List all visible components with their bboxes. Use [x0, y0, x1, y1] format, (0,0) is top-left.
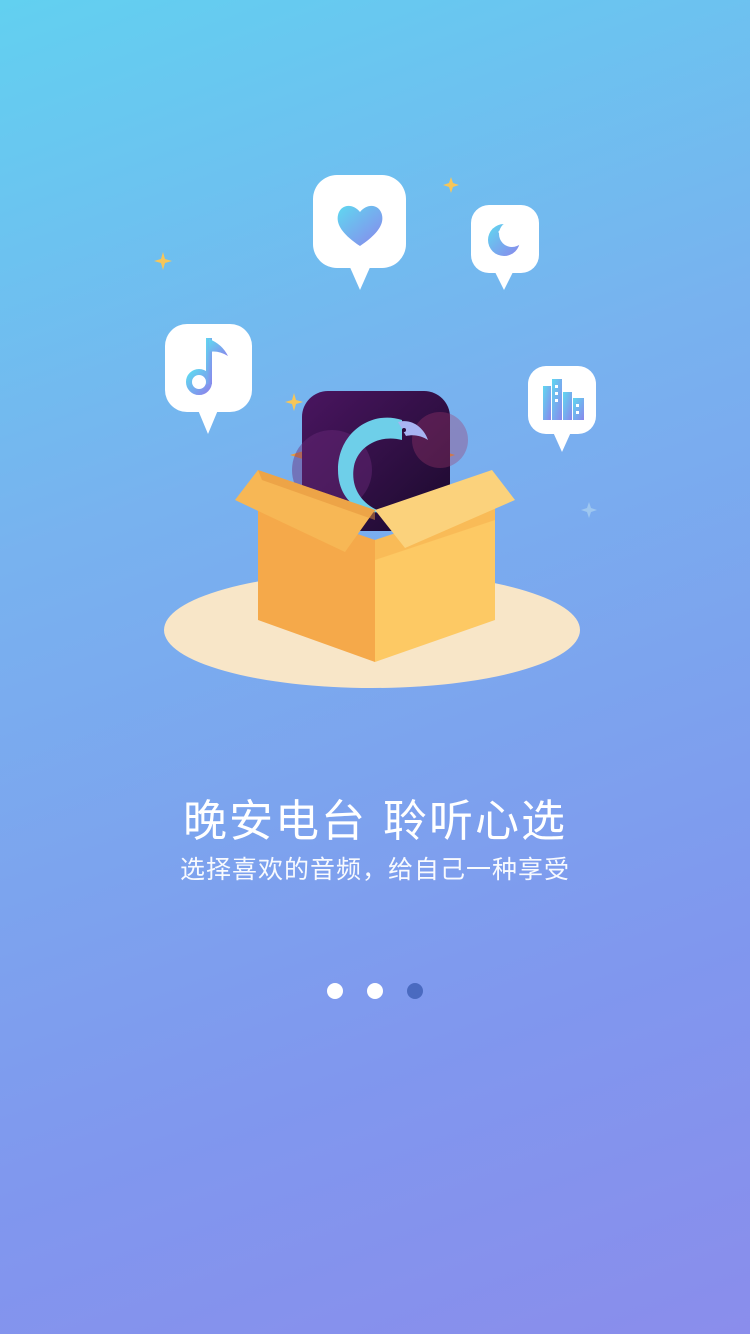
sparkle-icon: [154, 252, 172, 270]
onboarding-screen[interactable]: 晚安电台 聆听心选 选择喜欢的音频，给自己一种享受: [0, 0, 750, 1334]
onboarding-title: 晚安电台 聆听心选: [183, 796, 567, 847]
music-bubble: [165, 324, 252, 434]
onboarding-subtitle: 选择喜欢的音频，给自己一种享受: [179, 855, 570, 884]
sparkle-icon: [443, 177, 459, 193]
sparkle-icon: [581, 502, 597, 518]
page-dot-3-active[interactable]: [407, 983, 423, 999]
heart-bubble: [313, 175, 406, 290]
onboarding-illustration: [154, 175, 597, 688]
page-indicator: [0, 983, 750, 1001]
moon-bubble: [471, 205, 539, 290]
city-bubble: [528, 366, 596, 452]
sparkle-icon: [285, 393, 303, 411]
page-dot-2[interactable]: [367, 983, 383, 999]
page-dot-1[interactable]: [327, 983, 343, 999]
